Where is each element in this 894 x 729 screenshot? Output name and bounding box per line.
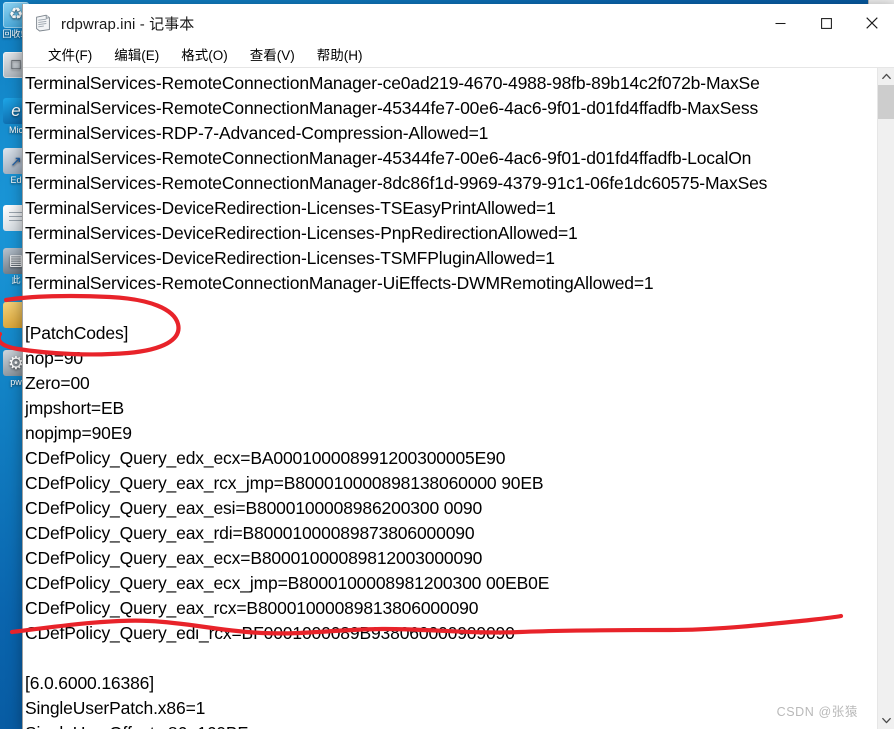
window-controls <box>757 4 894 42</box>
editor-line: CDefPolicy_Query_eax_ecx=B80001000089812… <box>25 548 483 568</box>
editor-line: TerminalServices-RemoteConnectionManager… <box>25 73 760 93</box>
editor-line: TerminalServices-RemoteConnectionManager… <box>25 273 654 293</box>
editor-area: TerminalServices-RemoteConnectionManager… <box>23 67 894 729</box>
notepad-window[interactable]: rdpwrap.ini - 记事本 文件(F) 编辑(E) 格式(O) 查看(V) 帮助… <box>22 4 894 729</box>
editor-line: CDefPolicy_Query_eax_rcx_jmp=B8000100008… <box>25 473 544 493</box>
editor-line: TerminalServices-RemoteConnectionManager… <box>25 148 752 168</box>
menu-view[interactable]: 查看(V) <box>241 42 304 67</box>
notepad-icon <box>34 14 52 32</box>
editor-line: TerminalServices-DeviceRedirection-Licen… <box>25 223 578 243</box>
editor-line: nop=90 <box>25 348 83 368</box>
editor-line: [6.0.6000.16386] <box>25 673 154 693</box>
editor-line: SingleUserOffset.x86=160BF <box>25 721 877 729</box>
menu-format[interactable]: 格式(O) <box>172 42 237 67</box>
editor-line: CDefPolicy_Query_edi_rcx=BF0001000089B93… <box>25 623 515 643</box>
watermark: CSDN @张猿 <box>776 705 858 719</box>
editor-line: TerminalServices-DeviceRedirection-Licen… <box>25 248 555 268</box>
menu-bar: 文件(F) 编辑(E) 格式(O) 查看(V) 帮助(H) <box>23 42 894 67</box>
editor-line: TerminalServices-RDP-7-Advanced-Compress… <box>25 123 489 143</box>
maximize-button[interactable] <box>803 4 849 42</box>
scrollbar-track[interactable] <box>878 85 894 712</box>
editor-line: CDefPolicy_Query_eax_rcx=B80001000089813… <box>25 598 479 618</box>
vertical-scrollbar[interactable] <box>877 68 894 729</box>
editor-line: CDefPolicy_Query_edx_ecx=BA0001000089912… <box>25 448 506 468</box>
editor-line: Zero=00 <box>25 373 90 393</box>
editor-line: [PatchCodes] <box>25 323 129 343</box>
editor-line: CDefPolicy_Query_eax_esi=B80001000089862… <box>25 498 483 518</box>
scroll-down-button[interactable] <box>878 712 894 729</box>
editor-line: nopjmp=90E9 <box>25 423 132 443</box>
window-title: rdpwrap.ini - 记事本 <box>61 15 195 33</box>
editor-line: jmpshort=EB <box>25 398 125 418</box>
close-button[interactable] <box>849 4 894 42</box>
desktop-icon-label: Mic <box>9 125 23 135</box>
desktop-icon-label: Ed <box>10 175 22 185</box>
desktop-icon-label: pw <box>10 377 22 387</box>
editor-line: TerminalServices-RemoteConnectionManager… <box>25 173 768 193</box>
editor-line: CDefPolicy_Query_eax_rdi=B80001000089873… <box>25 523 475 543</box>
text-editor[interactable]: TerminalServices-RemoteConnectionManager… <box>23 68 877 729</box>
minimize-button[interactable] <box>757 4 803 42</box>
scroll-up-button[interactable] <box>878 68 894 85</box>
editor-line: CDefPolicy_Query_eax_ecx_jmp=B8000100008… <box>25 573 550 593</box>
menu-edit[interactable]: 编辑(E) <box>105 42 168 67</box>
screen: 回收站MicEd此pw st改改景改改 rdpwrap.ini - 记事本 <box>0 0 894 729</box>
title-bar[interactable]: rdpwrap.ini - 记事本 <box>23 4 894 42</box>
scrollbar-thumb[interactable] <box>878 85 894 119</box>
editor-line: TerminalServices-DeviceRedirection-Licen… <box>25 198 556 218</box>
editor-line: TerminalServices-RemoteConnectionManager… <box>25 98 759 118</box>
menu-file[interactable]: 文件(F) <box>39 42 101 67</box>
menu-help[interactable]: 帮助(H) <box>308 42 372 67</box>
desktop-icon-label: 此 <box>11 275 21 285</box>
editor-line: SingleUserPatch.x86=1 <box>25 698 206 718</box>
